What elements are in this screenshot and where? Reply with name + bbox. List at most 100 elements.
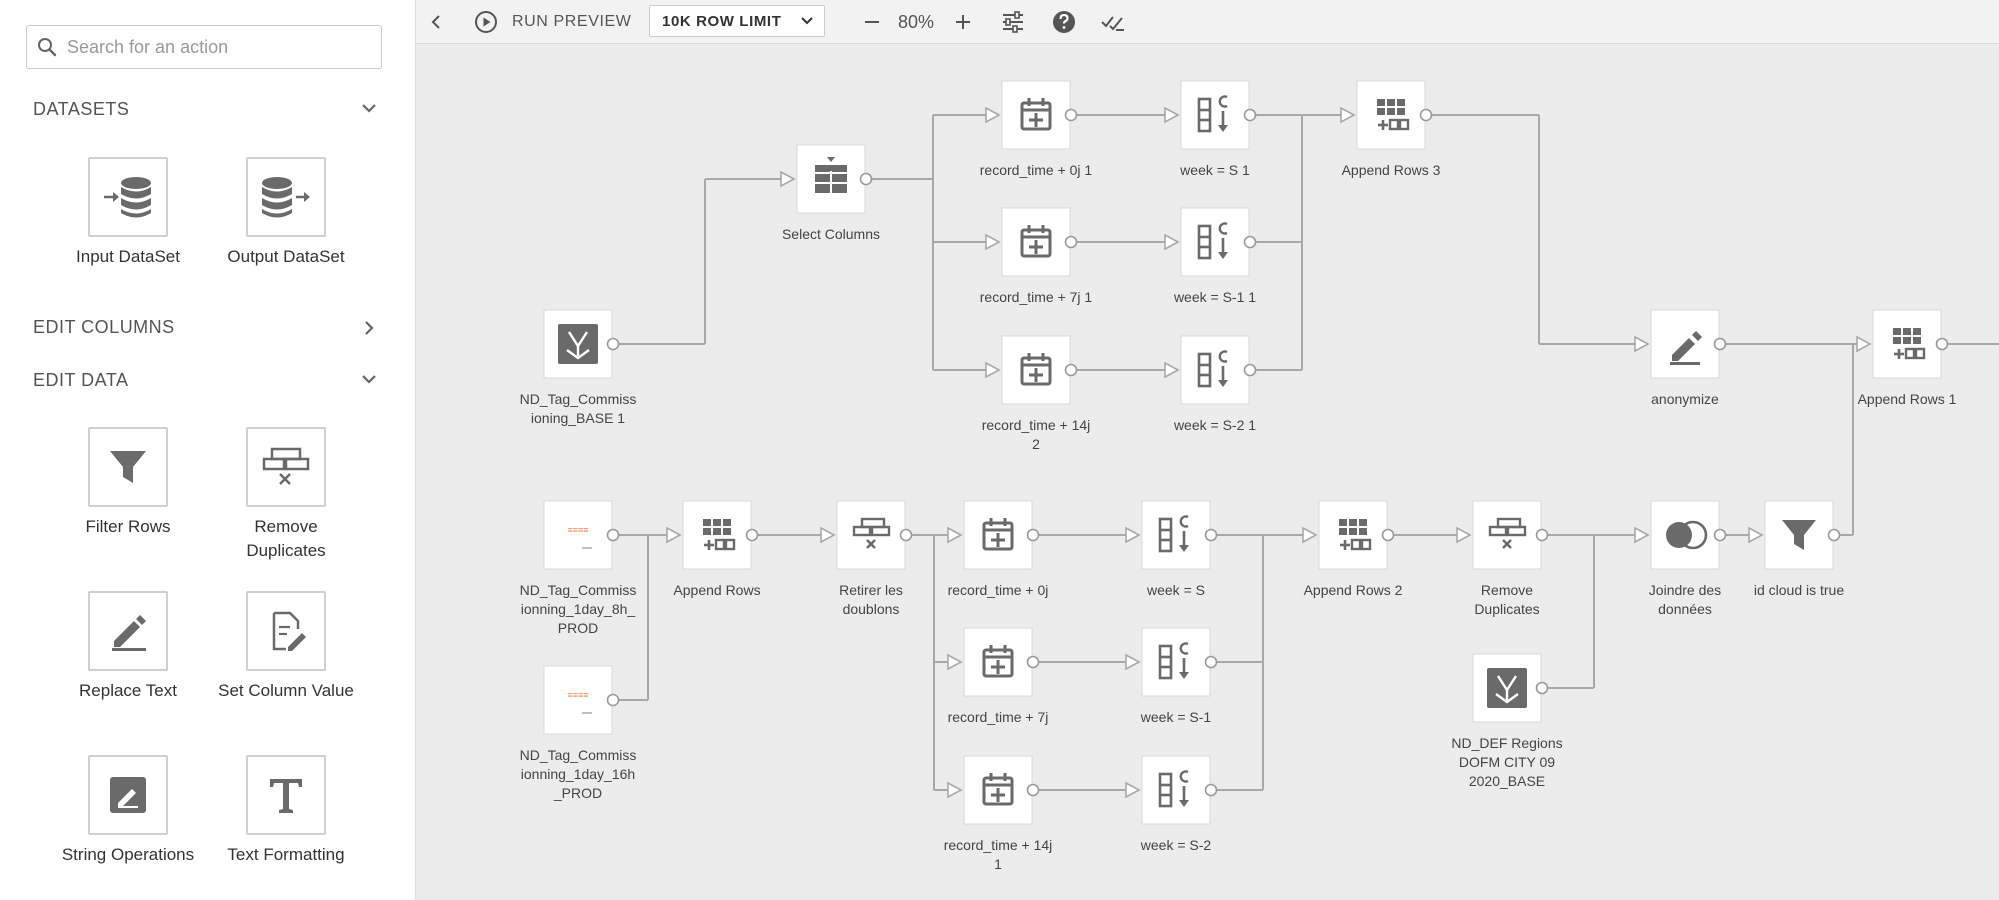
filter-icon: [110, 451, 146, 483]
input-port-arrow[interactable]: [1164, 106, 1180, 124]
flow-node-rt0j1[interactable]: [1001, 80, 1078, 150]
tool-input-dataset[interactable]: Input DataSet: [48, 157, 208, 269]
input-port-arrow[interactable]: [1748, 526, 1764, 544]
flow-node-append1[interactable]: [1872, 309, 1949, 379]
output-port[interactable]: [1204, 783, 1218, 797]
tool-set-column-value[interactable]: Set Column Value: [206, 591, 366, 703]
output-port[interactable]: [1535, 528, 1549, 542]
flow-node-append[interactable]: [682, 500, 759, 570]
output-port[interactable]: [1243, 108, 1257, 122]
input-port-arrow[interactable]: [1125, 781, 1141, 799]
dataset-merge-icon: [558, 324, 598, 364]
tool-filter-rows[interactable]: Filter Rows: [48, 427, 208, 539]
output-port[interactable]: [859, 172, 873, 186]
output-port[interactable]: [1204, 655, 1218, 669]
output-port[interactable]: [1243, 363, 1257, 377]
output-port[interactable]: [1935, 337, 1949, 351]
search-input[interactable]: [67, 26, 367, 68]
tool-text-formatting[interactable]: Text Formatting: [206, 755, 366, 867]
output-port[interactable]: [1419, 108, 1433, 122]
input-port-arrow[interactable]: [1164, 233, 1180, 251]
flow-node-rt0j[interactable]: [963, 500, 1040, 570]
input-port-arrow[interactable]: [666, 526, 682, 544]
output-port[interactable]: [1535, 681, 1549, 695]
output-port[interactable]: [606, 528, 620, 542]
input-port-arrow[interactable]: [1125, 653, 1141, 671]
flow-node-rt14j2[interactable]: [1001, 335, 1078, 405]
input-port-arrow[interactable]: [1456, 526, 1472, 544]
flow-canvas[interactable]: RUN PREVIEW 10K ROW LIMIT 80% ≡≡≡≡ ≡≡≡≡ S…: [416, 0, 1999, 900]
output-port[interactable]: [1204, 528, 1218, 542]
output-port[interactable]: [1243, 235, 1257, 249]
input-port-arrow[interactable]: [1340, 106, 1356, 124]
output-port[interactable]: [899, 528, 913, 542]
output-port[interactable]: [606, 337, 620, 351]
flow-node-idcloud[interactable]: [1764, 500, 1841, 570]
flow-node-base1[interactable]: [543, 309, 620, 379]
text-format-icon: [270, 779, 302, 813]
edit-data-section-header[interactable]: EDIT DATA: [33, 366, 378, 396]
output-port[interactable]: [1026, 528, 1040, 542]
input-dataset-icon: [104, 177, 151, 218]
flow-node-prod8h[interactable]: ≡≡≡≡: [543, 500, 620, 570]
tool-replace-text[interactable]: Replace Text: [48, 591, 208, 703]
flow-node-anonymize[interactable]: [1650, 309, 1727, 379]
flow-node-prod16h[interactable]: ≡≡≡≡: [543, 665, 620, 735]
input-port-arrow[interactable]: [1125, 526, 1141, 544]
flow-node-select_columns[interactable]: [796, 144, 873, 214]
datasets-section-header[interactable]: DATASETS: [33, 95, 378, 125]
output-port[interactable]: [1713, 337, 1727, 351]
node-label: ND_Tag_Commiss ioning_BASE 1: [519, 391, 637, 426]
output-port[interactable]: [1713, 528, 1727, 542]
tool-string-operations[interactable]: String Operations: [48, 755, 208, 867]
output-port[interactable]: [1064, 108, 1078, 122]
output-port[interactable]: [1381, 528, 1395, 542]
output-port[interactable]: [1064, 235, 1078, 249]
output-port[interactable]: [1064, 363, 1078, 377]
edit-columns-section-header[interactable]: EDIT COLUMNS: [33, 313, 378, 343]
flow-node-rt7j1[interactable]: [1001, 207, 1078, 277]
node-label: week = S-2 1: [1173, 417, 1257, 433]
string-operations-icon: [110, 777, 146, 813]
input-port-arrow[interactable]: [985, 106, 1001, 124]
input-port-arrow[interactable]: [947, 526, 963, 544]
input-port-arrow[interactable]: [947, 781, 963, 799]
output-port[interactable]: [1827, 528, 1841, 542]
flow-node-wS11[interactable]: [1180, 207, 1257, 277]
node-tile: [543, 500, 613, 570]
output-port[interactable]: [1026, 783, 1040, 797]
input-port-arrow[interactable]: [1634, 335, 1650, 353]
flow-node-joindre[interactable]: [1650, 500, 1727, 570]
tool-remove-duplicates[interactable]: Remove Duplicates: [206, 427, 366, 563]
flow-node-wS21[interactable]: [1180, 335, 1257, 405]
output-dataset-icon: [262, 177, 310, 218]
flow-node-append3[interactable]: [1356, 80, 1433, 150]
node-label: record_time + 0j 1: [979, 162, 1093, 178]
output-port[interactable]: [1026, 655, 1040, 669]
input-port-arrow[interactable]: [985, 361, 1001, 379]
search-box[interactable]: [26, 25, 382, 69]
input-port-arrow[interactable]: [1856, 335, 1872, 353]
input-port-arrow[interactable]: [1302, 526, 1318, 544]
flow-node-append2[interactable]: [1318, 500, 1395, 570]
input-port-arrow[interactable]: [780, 170, 796, 188]
flow-graph: ≡≡≡≡ ≡≡≡≡: [543, 80, 1999, 825]
flow-node-rt7j[interactable]: [963, 627, 1040, 697]
output-port[interactable]: [745, 528, 759, 542]
input-port-arrow[interactable]: [1634, 526, 1650, 544]
flow-node-removedup[interactable]: [1472, 500, 1549, 570]
tool-output-dataset[interactable]: Output DataSet: [206, 157, 366, 269]
tool-label: Output DataSet: [227, 247, 345, 266]
input-port-arrow[interactable]: [985, 233, 1001, 251]
flow-node-wSm1[interactable]: [1141, 627, 1218, 697]
flow-node-rt14j1[interactable]: [963, 755, 1040, 825]
flow-node-retirer[interactable]: [836, 500, 913, 570]
flow-node-wS[interactable]: [1141, 500, 1218, 570]
flow-node-wSm2[interactable]: [1141, 755, 1218, 825]
input-port-arrow[interactable]: [947, 653, 963, 671]
output-port[interactable]: [606, 693, 620, 707]
flow-node-regions[interactable]: [1472, 653, 1549, 723]
input-port-arrow[interactable]: [1164, 361, 1180, 379]
input-port-arrow[interactable]: [820, 526, 836, 544]
flow-node-wS1[interactable]: [1180, 80, 1257, 150]
